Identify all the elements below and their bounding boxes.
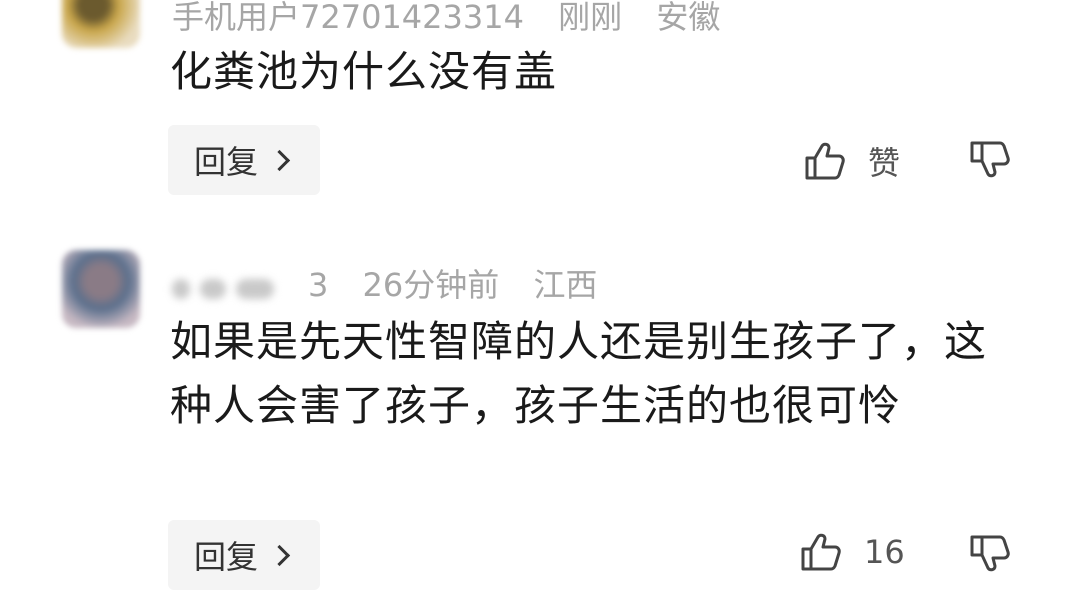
like-button[interactable]: 16 [800, 532, 905, 572]
username[interactable]: 手机用户72701423314 [172, 0, 524, 36]
username-redacted[interactable] [172, 268, 284, 306]
comment-location: 安徽 [656, 0, 721, 36]
avatar[interactable] [62, 0, 140, 48]
chevron-right-icon [268, 149, 291, 171]
thumb-up-icon [801, 533, 841, 571]
thumb-up-icon [805, 142, 845, 180]
comment-time: 刚刚 [558, 0, 623, 36]
avatar[interactable] [62, 250, 140, 328]
reply-label: 回复 [194, 143, 259, 181]
comment-meta: 手机用户72701423314 刚刚 安徽 [172, 0, 744, 38]
comment-text: 如果是先天性智障的人还是别生孩子了，这种人会害了孩子，孩子生活的也很可怜 [170, 317, 988, 430]
like-label: 赞 [868, 144, 901, 182]
username-tail: 3 [308, 266, 329, 304]
thumb-down-icon[interactable] [968, 140, 1012, 182]
reply-button[interactable]: 回复 [168, 125, 320, 195]
comment-text: 化粪池为什么没有盖 [170, 47, 558, 96]
comment-time: 26分钟前 [362, 266, 500, 304]
comment-location: 江西 [533, 266, 598, 304]
reply-button[interactable]: 回复 [168, 520, 320, 590]
like-count: 16 [864, 533, 905, 571]
thumb-down-icon[interactable] [968, 534, 1012, 576]
chevron-right-icon [268, 544, 291, 566]
like-button[interactable]: 赞 [804, 138, 900, 184]
reply-label: 回复 [194, 538, 259, 576]
comment-meta: 3 26分钟前 江西 [172, 260, 621, 306]
